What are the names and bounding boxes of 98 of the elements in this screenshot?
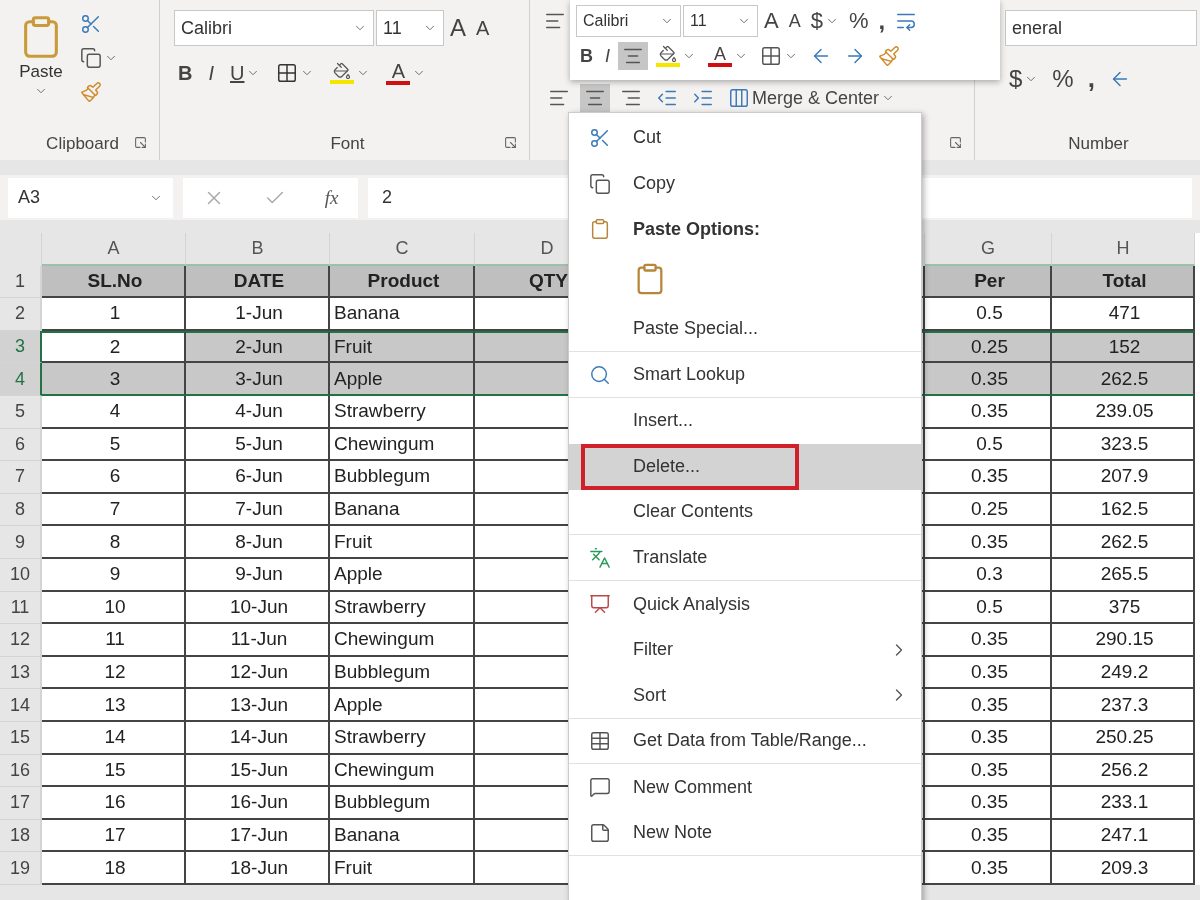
table-cell: Strawberry xyxy=(330,591,475,625)
table-cell: 0.25 xyxy=(925,493,1052,527)
table-cell: 0.35 xyxy=(925,363,1052,396)
table-cell: Bubblegum xyxy=(330,656,475,690)
table-cell: 0.35 xyxy=(925,526,1052,559)
table-cell: 4-Jun xyxy=(186,395,330,429)
table-cell: 0.35 xyxy=(925,819,1052,853)
table-cell: 0.5 xyxy=(925,428,1052,462)
table-cell: 8 xyxy=(42,526,186,559)
table-cell: 162.5 xyxy=(1052,493,1195,527)
table-cell: Strawberry xyxy=(330,721,475,755)
table-cell: Chewingum xyxy=(330,754,475,788)
table-cell: 1 xyxy=(42,298,186,331)
table-cell: 0.5 xyxy=(925,591,1052,625)
table-cell: 0.35 xyxy=(925,461,1052,494)
header-cell: DATE xyxy=(186,265,330,299)
table-cell: Fruit xyxy=(330,330,475,364)
table-cell: 471 xyxy=(1052,298,1195,331)
table-cell: 15 xyxy=(42,754,186,788)
table-cell: 262.5 xyxy=(1052,363,1195,396)
table-cell: 12 xyxy=(42,656,186,690)
table-cell: 2 xyxy=(42,330,186,364)
table-cell: 1-Jun xyxy=(186,298,330,331)
table-cell: 15-Jun xyxy=(186,754,330,788)
table-cell: 247.1 xyxy=(1052,819,1195,853)
table-cell: Apple xyxy=(330,558,475,592)
group-label: Font xyxy=(330,134,365,154)
table-cell: 2-Jun xyxy=(186,330,330,364)
table-cell: 209.3 xyxy=(1052,852,1195,885)
group-label: Number xyxy=(1068,134,1129,154)
table-cell: 152 xyxy=(1052,330,1195,364)
table-cell: 16 xyxy=(42,787,186,820)
table-cell: 10-Jun xyxy=(186,591,330,625)
table-cell: Apple xyxy=(330,363,475,396)
table-cell: 375 xyxy=(1052,591,1195,625)
table-cell: Banana xyxy=(330,819,475,853)
table-cell: Chewingum xyxy=(330,428,475,462)
table-cell: Fruit xyxy=(330,852,475,885)
table-cell: 11 xyxy=(42,624,186,657)
table-cell: 290.15 xyxy=(1052,624,1195,657)
table-cell: 16-Jun xyxy=(186,787,330,820)
header-cell: SL.No xyxy=(42,265,186,299)
table-cell: 239.05 xyxy=(1052,395,1195,429)
table-cell: Banana xyxy=(330,298,475,331)
table-cell: 233.1 xyxy=(1052,787,1195,820)
table-cell: 7-Jun xyxy=(186,493,330,527)
table-cell: Chewingum xyxy=(330,624,475,657)
table-cell: 0.35 xyxy=(925,754,1052,788)
table-cell: 0.35 xyxy=(925,689,1052,722)
table-cell: 262.5 xyxy=(1052,526,1195,559)
table-cell: 5-Jun xyxy=(186,428,330,462)
table-cell: 0.35 xyxy=(925,787,1052,820)
table-cell: 256.2 xyxy=(1052,754,1195,788)
table-cell: 14-Jun xyxy=(186,721,330,755)
table-cell: 323.5 xyxy=(1052,428,1195,462)
table-cell: 9-Jun xyxy=(186,558,330,592)
table-cell: 0.35 xyxy=(925,852,1052,885)
header-cell: Per xyxy=(925,265,1052,299)
header-cell: Product xyxy=(330,265,475,299)
table-cell: Bubblegum xyxy=(330,787,475,820)
table-cell: 265.5 xyxy=(1052,558,1195,592)
table-cell: 0.3 xyxy=(925,558,1052,592)
table-cell: 10 xyxy=(42,591,186,625)
table-cell: 0.25 xyxy=(925,330,1052,364)
table-cell: 237.3 xyxy=(1052,689,1195,722)
table-cell: 250.25 xyxy=(1052,721,1195,755)
table-cell: 6-Jun xyxy=(186,461,330,494)
table-cell: 13-Jun xyxy=(186,689,330,722)
header-cell: Total xyxy=(1052,265,1195,299)
table-cell: 0.35 xyxy=(925,656,1052,690)
group-label: Clipboard xyxy=(46,134,119,154)
table-cell: 13 xyxy=(42,689,186,722)
table-cell: 9 xyxy=(42,558,186,592)
table-cell: 17 xyxy=(42,819,186,853)
table-cell: Banana xyxy=(330,493,475,527)
table-cell: 0.35 xyxy=(925,624,1052,657)
table-cell: Apple xyxy=(330,689,475,722)
table-cell: 12-Jun xyxy=(186,656,330,690)
table-cell: 0.35 xyxy=(925,721,1052,755)
table-cell: 4 xyxy=(42,395,186,429)
table-cell: 5 xyxy=(42,428,186,462)
table-cell: 249.2 xyxy=(1052,656,1195,690)
table-cell: 18 xyxy=(42,852,186,885)
table-cell: 11-Jun xyxy=(186,624,330,657)
table-cell: 14 xyxy=(42,721,186,755)
table-cell: 0.5 xyxy=(925,298,1052,331)
table-cell: 3-Jun xyxy=(186,363,330,396)
table-cell: 18-Jun xyxy=(186,852,330,885)
table-cell: 17-Jun xyxy=(186,819,330,853)
table-cell: 207.9 xyxy=(1052,461,1195,494)
table-cell: Fruit xyxy=(330,526,475,559)
table-cell: 0.35 xyxy=(925,395,1052,429)
table-cell: 3 xyxy=(42,363,186,396)
table-cell: Bubblegum xyxy=(330,461,475,494)
table-cell: 6 xyxy=(42,461,186,494)
table-cell: 7 xyxy=(42,493,186,527)
table-cell: 8-Jun xyxy=(186,526,330,559)
table-cell: Strawberry xyxy=(330,395,475,429)
